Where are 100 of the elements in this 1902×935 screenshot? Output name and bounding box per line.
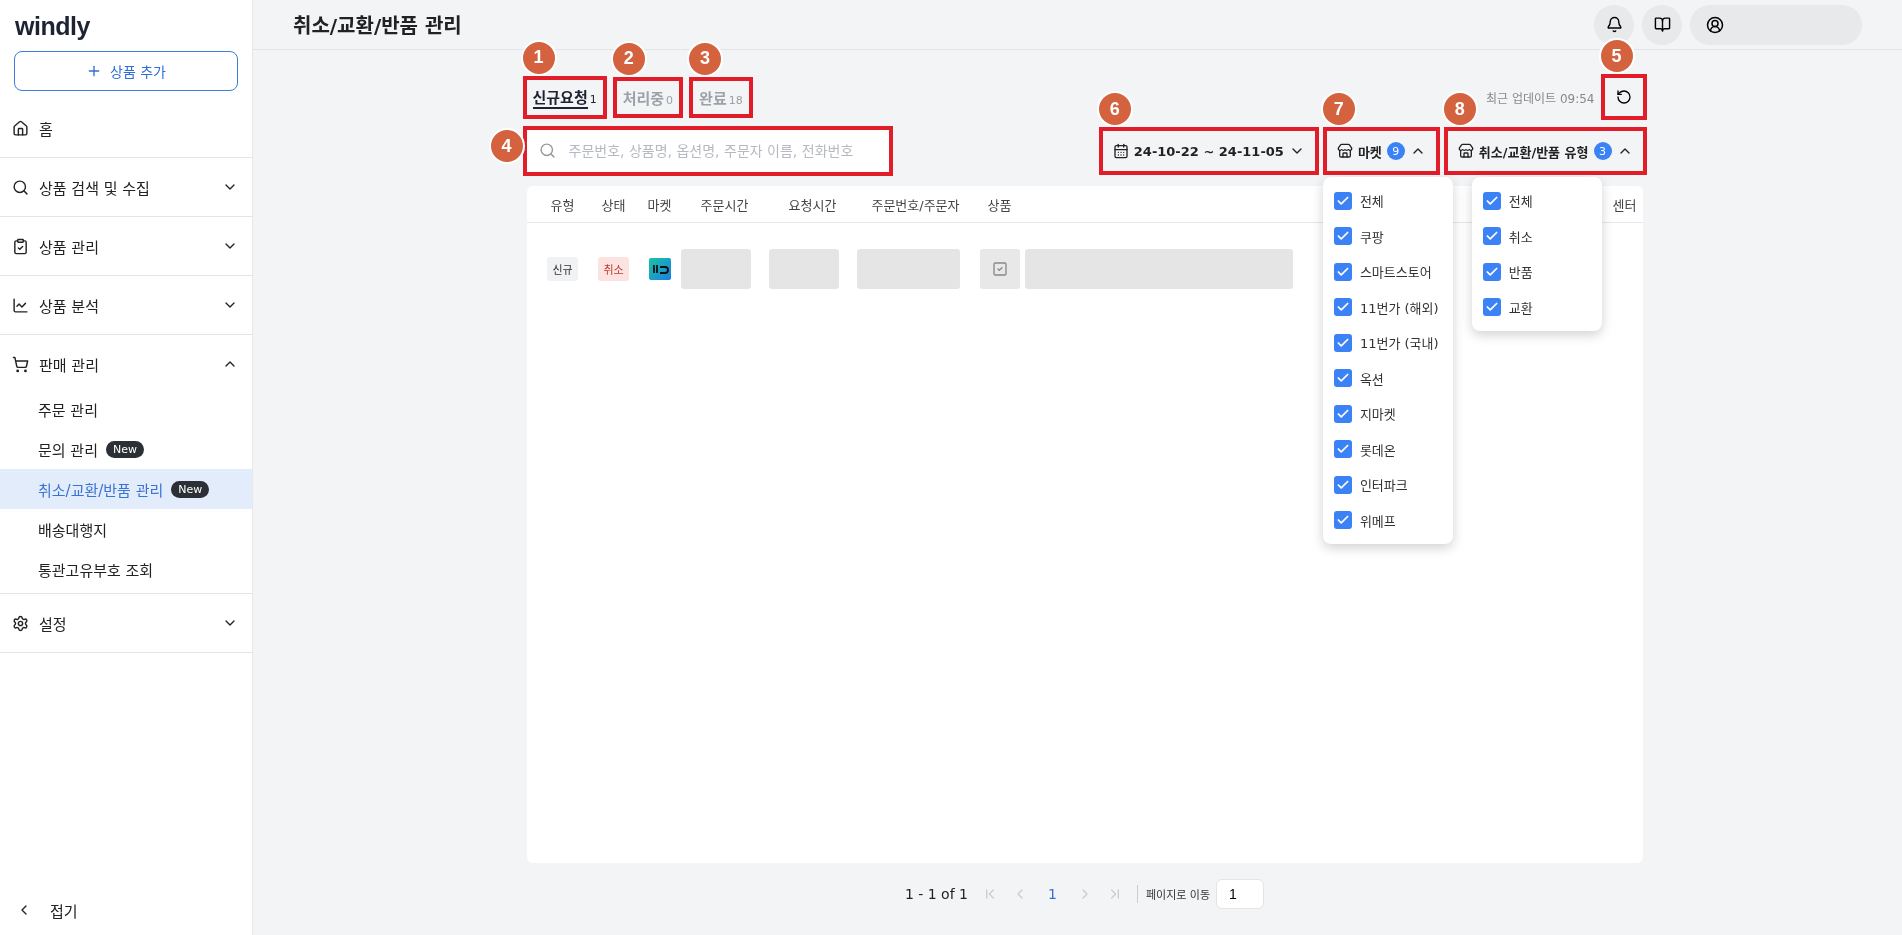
checkbox-option[interactable]: 취소 xyxy=(1471,218,1602,254)
nav-item[interactable]: 판매 관리 xyxy=(0,339,252,389)
type-tag: 신규 xyxy=(547,257,578,281)
callout-marker: 1 xyxy=(520,39,557,76)
checkbox-option[interactable]: 11번가 (국내) xyxy=(1322,325,1453,361)
option-label: 위메프 xyxy=(1359,512,1396,530)
option-label: 취소 xyxy=(1508,228,1533,246)
column-header: 주문번호/주문자 xyxy=(871,196,960,214)
callout-marker: 6 xyxy=(1096,91,1133,127)
account-button[interactable] xyxy=(1690,4,1862,45)
option-label: 전체 xyxy=(1359,193,1384,211)
settings-icon xyxy=(12,614,29,632)
column-header: 상태 xyxy=(601,196,626,214)
checkbox-option[interactable]: 쿠팡 xyxy=(1322,218,1453,254)
plus-icon xyxy=(86,63,102,79)
check-square-icon xyxy=(991,261,1008,277)
callout-marker: 5 xyxy=(1598,38,1635,74)
option-label: 11번가 (해외) xyxy=(1359,299,1439,317)
store-icon xyxy=(1457,143,1474,159)
store-icon xyxy=(1336,143,1353,159)
checkbox[interactable] xyxy=(1333,333,1352,352)
checkbox-option[interactable]: 전체 xyxy=(1322,183,1453,219)
add-product-button[interactable]: 상품 추가 xyxy=(14,51,238,91)
column-header: 센터 xyxy=(1612,196,1637,214)
checkbox-option[interactable]: 옥션 xyxy=(1322,360,1453,396)
loading-placeholder xyxy=(768,249,839,289)
checkbox[interactable] xyxy=(1333,511,1352,530)
checkbox-option[interactable]: 11번가 (해외) xyxy=(1322,289,1453,325)
checkbox-option[interactable]: 전체 xyxy=(1471,183,1602,219)
option-label: 전체 xyxy=(1508,193,1533,211)
clipboard-check-icon xyxy=(12,237,29,255)
last-update-text: 최근 업데이트 09:54 xyxy=(1486,90,1595,106)
checkbox[interactable] xyxy=(1333,298,1352,317)
checkbox[interactable] xyxy=(1333,191,1352,210)
collapse-button[interactable]: 접기 xyxy=(0,885,252,935)
checkbox[interactable] xyxy=(1482,298,1501,317)
nav-subitem[interactable]: 배송대행지 xyxy=(0,509,252,549)
nav-item[interactable]: 상품 관리 xyxy=(0,221,252,271)
checkbox[interactable] xyxy=(1333,369,1352,388)
option-label: 교환 xyxy=(1508,299,1533,317)
option-label: 지마켓 xyxy=(1359,406,1396,424)
callout-marker: 8 xyxy=(1441,91,1478,127)
option-label: 11번가 (국내) xyxy=(1359,335,1439,353)
checkbox[interactable] xyxy=(1333,475,1352,494)
column-header: 상품 xyxy=(987,196,1012,214)
callout-marker: 4 xyxy=(488,128,525,164)
count-badge: 3 xyxy=(1593,142,1612,160)
option-label: 스마트스토어 xyxy=(1359,264,1432,282)
page-input[interactable]: 1 xyxy=(1216,879,1265,909)
checkbox-option[interactable]: 인터파크 xyxy=(1322,467,1453,503)
nav-subitem[interactable]: 통관고유부호 조회 xyxy=(0,549,252,589)
nav-subitem[interactable]: 취소/교환/반품 관리 New xyxy=(0,469,252,509)
checkbox[interactable] xyxy=(1333,440,1352,459)
page-number[interactable]: 1 xyxy=(1041,885,1063,903)
nav-item[interactable]: 상품 검색 및 수집 xyxy=(0,162,252,212)
refresh-icon xyxy=(1615,89,1632,105)
checkbox-option[interactable]: 교환 xyxy=(1471,289,1602,325)
checkbox[interactable] xyxy=(1482,191,1501,210)
count-badge: 9 xyxy=(1386,142,1405,160)
checkbox-option[interactable]: 지마켓 xyxy=(1322,396,1453,432)
checkbox-option[interactable]: 반품 xyxy=(1471,254,1602,290)
checkbox[interactable] xyxy=(1482,227,1501,246)
new-badge: New xyxy=(171,480,210,498)
option-label: 쿠팡 xyxy=(1359,228,1384,246)
nav-subitem[interactable]: 주문 관리 xyxy=(0,389,252,429)
checkbox-option[interactable]: 롯데온 xyxy=(1322,431,1453,467)
nav-item[interactable]: 홈 xyxy=(0,103,252,153)
column-header: 요청시간 xyxy=(788,196,837,214)
checkbox-option[interactable]: 스마트스토어 xyxy=(1322,254,1453,290)
logo[interactable]: windly xyxy=(0,0,252,51)
option-label: 반품 xyxy=(1508,264,1533,282)
calendar-icon xyxy=(1112,143,1129,159)
guide-button[interactable] xyxy=(1642,4,1682,45)
go-to-page-label: 페이지로 이동 xyxy=(1145,888,1211,902)
column-header: 유형 xyxy=(550,196,575,214)
bell-icon xyxy=(1605,16,1623,33)
status-tag: 취소 xyxy=(598,257,629,281)
nav-item[interactable]: 설정 xyxy=(0,598,252,648)
callout-marker: 2 xyxy=(610,40,647,77)
callout-marker: 3 xyxy=(687,40,724,77)
collapse-label: 접기 xyxy=(50,901,78,921)
search-icon xyxy=(12,178,29,196)
column-header: 마켓 xyxy=(647,196,672,214)
nav-subitem[interactable]: 문의 관리 New xyxy=(0,429,252,469)
home-icon xyxy=(12,119,29,137)
callout-marker: 7 xyxy=(1320,91,1357,127)
checkbox[interactable] xyxy=(1333,227,1352,246)
option-label: 인터파크 xyxy=(1359,477,1408,495)
checkbox[interactable] xyxy=(1482,262,1501,281)
checkbox[interactable] xyxy=(1333,404,1352,423)
option-label: 롯데온 xyxy=(1359,441,1396,459)
notification-button[interactable] xyxy=(1594,4,1634,45)
checkbox[interactable] xyxy=(1333,262,1352,281)
book-icon xyxy=(1653,16,1671,33)
column-header: 주문시간 xyxy=(700,196,749,214)
checkbox-option[interactable]: 위메프 xyxy=(1322,502,1453,538)
option-label: 옥션 xyxy=(1359,370,1384,388)
search-icon xyxy=(538,142,556,159)
new-badge: New xyxy=(105,440,144,458)
nav-item[interactable]: 상품 분석 xyxy=(0,280,252,330)
